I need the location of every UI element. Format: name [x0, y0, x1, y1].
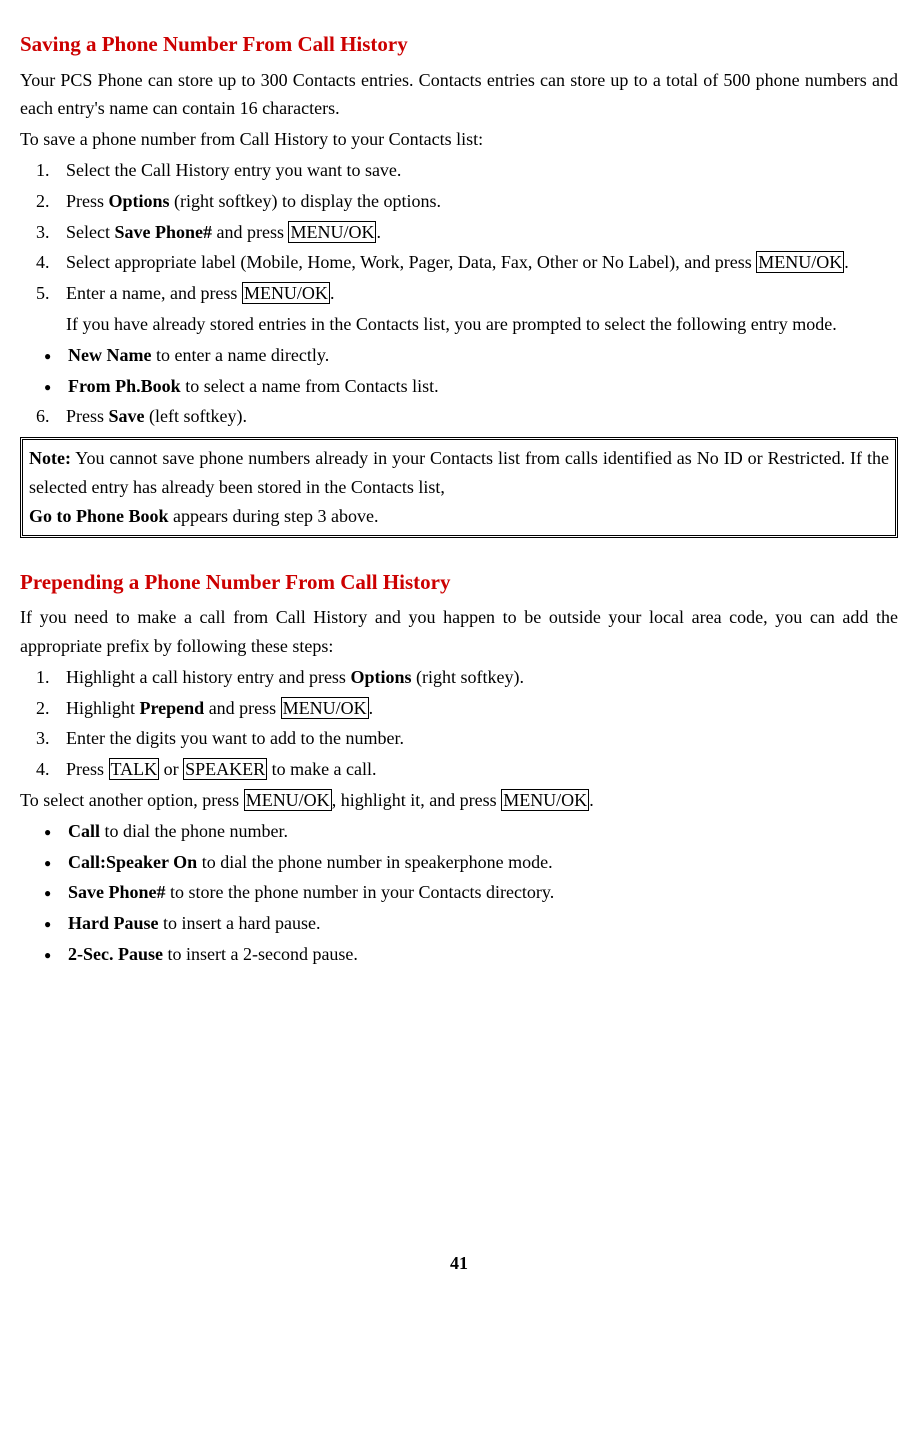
- section1-steps-cont: Press Save (left softkey).: [20, 402, 898, 431]
- menu-ok-key: MENU/OK: [244, 789, 332, 811]
- options-label: Options: [109, 191, 170, 211]
- section1-steps: Select the Call History entry you want t…: [20, 156, 898, 308]
- bullet-save-phone: Save Phone# to store the phone number in…: [68, 878, 898, 907]
- section2-steps: Highlight a call history entry and press…: [20, 663, 898, 784]
- options-list: Call to dial the phone number. Call:Spea…: [20, 817, 898, 969]
- bullet-call: Call to dial the phone number.: [68, 817, 898, 846]
- save-label: Save: [109, 406, 145, 426]
- prepend-label: Prepend: [140, 698, 205, 718]
- section2-intro: If you need to make a call from Call His…: [20, 603, 898, 661]
- bullet-2sec-pause: 2-Sec. Pause to insert a 2-second pause.: [68, 940, 898, 969]
- step-4b: Press TALK or SPEAKER to make a call.: [66, 755, 898, 784]
- step-1: Select the Call History entry you want t…: [66, 156, 898, 185]
- call-speaker-label: Call:Speaker On: [68, 852, 197, 872]
- step-3: Select Save Phone# and press MENU/OK.: [66, 218, 898, 247]
- bullet-from-phbook: From Ph.Book to select a name from Conta…: [68, 372, 898, 401]
- section2-heading: Prepending a Phone Number From Call Hist…: [20, 566, 898, 600]
- bullet-call-speaker: Call:Speaker On to dial the phone number…: [68, 848, 898, 877]
- menu-ok-key: MENU/OK: [288, 221, 376, 243]
- save-phone-label: Save Phone#: [68, 882, 166, 902]
- step-6: Press Save (left softkey).: [66, 402, 898, 431]
- select-another-option: To select another option, press MENU/OK,…: [20, 786, 898, 815]
- section1-todo: To save a phone number from Call History…: [20, 125, 898, 154]
- step-5: Enter a name, and press MENU/OK.: [66, 279, 898, 308]
- talk-key: TALK: [109, 758, 160, 780]
- bullet-new-name: New Name to enter a name directly.: [68, 341, 898, 370]
- save-phone-label: Save Phone#: [114, 222, 212, 242]
- from-phbook-label: From Ph.Book: [68, 376, 181, 396]
- menu-ok-key: MENU/OK: [756, 251, 844, 273]
- hard-pause-label: Hard Pause: [68, 913, 159, 933]
- note-box: Note: You cannot save phone numbers alre…: [20, 437, 898, 537]
- step-2b: Highlight Prepend and press MENU/OK.: [66, 694, 898, 723]
- note-label: Note:: [29, 448, 71, 468]
- section1-heading: Saving a Phone Number From Call History: [20, 28, 898, 62]
- menu-ok-key: MENU/OK: [501, 789, 589, 811]
- two-sec-pause-label: 2-Sec. Pause: [68, 944, 163, 964]
- page-number: 41: [20, 1249, 898, 1278]
- step5-sub: If you have already stored entries in th…: [66, 310, 898, 339]
- menu-ok-key: MENU/OK: [281, 697, 369, 719]
- step-2: Press Options (right softkey) to display…: [66, 187, 898, 216]
- section1-intro: Your PCS Phone can store up to 300 Conta…: [20, 66, 898, 124]
- goto-phonebook-label: Go to Phone Book: [29, 506, 169, 526]
- bullet-hard-pause: Hard Pause to insert a hard pause.: [68, 909, 898, 938]
- new-name-label: New Name: [68, 345, 151, 365]
- step-1b: Highlight a call history entry and press…: [66, 663, 898, 692]
- call-label: Call: [68, 821, 100, 841]
- step-3b: Enter the digits you want to add to the …: [66, 724, 898, 753]
- menu-ok-key: MENU/OK: [242, 282, 330, 304]
- speaker-key: SPEAKER: [183, 758, 267, 780]
- entry-mode-list: New Name to enter a name directly. From …: [20, 341, 898, 401]
- step-4: Select appropriate label (Mobile, Home, …: [66, 248, 898, 277]
- options-label: Options: [350, 667, 411, 687]
